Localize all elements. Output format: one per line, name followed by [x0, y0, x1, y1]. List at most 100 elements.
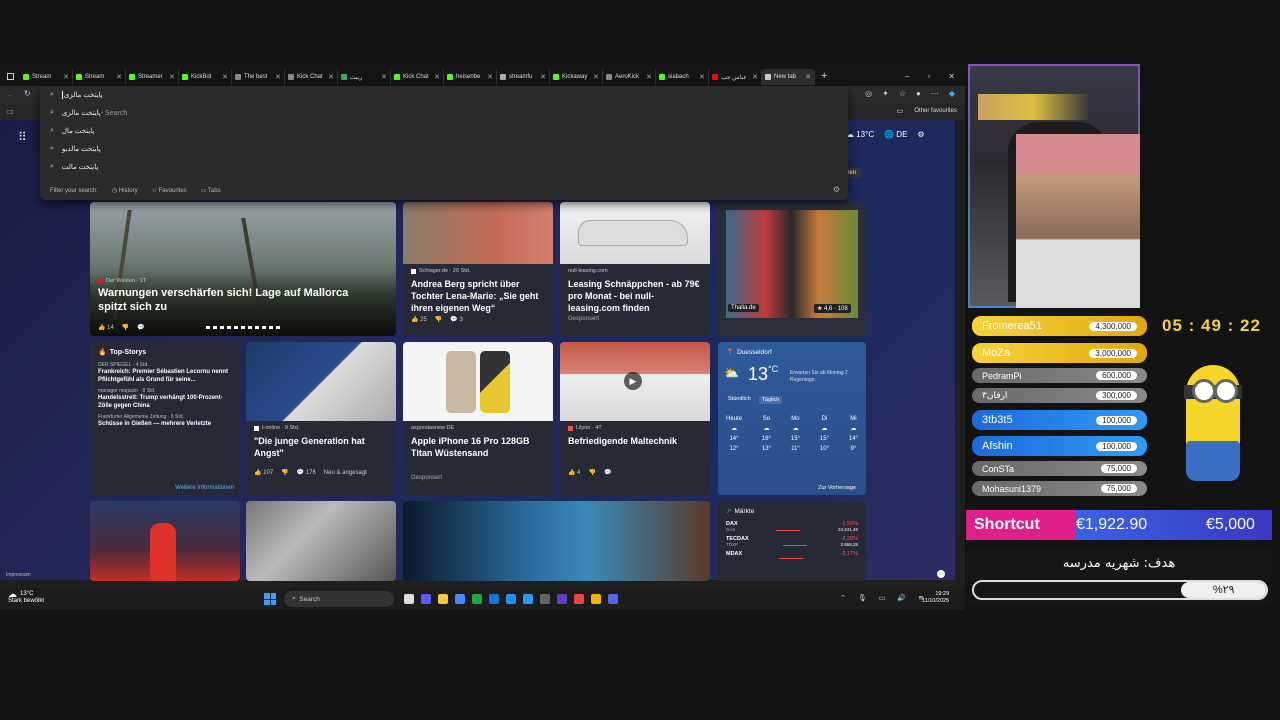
tab-close-icon[interactable]: ✕	[805, 73, 811, 81]
omnibox-suggestion[interactable]: ⌕ پایتخت مالت	[40, 158, 848, 176]
tab-close-icon[interactable]: ✕	[381, 73, 387, 81]
taskbar-search[interactable]: ⌕ Search	[284, 591, 394, 607]
address-input[interactable]: پایتخت مالزی	[61, 91, 103, 99]
taskbar-app-icon[interactable]	[403, 594, 414, 604]
tray-chevron-icon[interactable]: ⌃	[840, 594, 846, 602]
top-story-item[interactable]: Frankfurter Allgemeine Zeitung · 9 Std. S…	[90, 412, 240, 430]
news-title[interactable]: Andrea Berg spricht über Tochter Lena-Ma…	[403, 278, 553, 314]
browser-tab[interactable]: Kickaway ✕	[550, 69, 603, 85]
minimize-icon[interactable]: –	[905, 72, 909, 81]
tab-close-icon[interactable]: ✕	[593, 73, 599, 81]
like-icon[interactable]: 👍 107	[254, 469, 273, 476]
mic-icon[interactable]: 🎙	[858, 594, 867, 602]
browser-tab[interactable]: AeroKick ✕	[603, 69, 656, 85]
like-icon[interactable]: 👍 25	[411, 316, 427, 323]
taskbar-app-icon[interactable]	[556, 594, 567, 604]
forecast-link[interactable]: Zur Vorhersage	[818, 485, 856, 491]
refresh-icon[interactable]: ↻	[24, 89, 31, 98]
taskbar-clock[interactable]: 19:29 11/10/2025	[922, 591, 949, 605]
hero-news-card[interactable]: Der Westen · 1T Warnungen verschärfen si…	[90, 202, 396, 336]
news-title[interactable]: Befriedigende Maltechnik	[560, 435, 710, 447]
dislike-icon[interactable]: 👎	[588, 469, 595, 476]
maximize-icon[interactable]: ▫	[927, 72, 930, 81]
tab-close-icon[interactable]: ✕	[646, 73, 652, 81]
taskbar-app-icon[interactable]	[454, 594, 465, 604]
weather-header[interactable]: ☁ 13°C	[846, 130, 874, 139]
taskbar-app-icon[interactable]	[420, 594, 431, 604]
play-icon[interactable]: ▶	[624, 372, 642, 390]
taskbar-app-icon[interactable]	[437, 594, 448, 604]
profile-icon[interactable]: ●	[916, 89, 921, 98]
language-selector[interactable]: 🌐 DE	[884, 130, 907, 139]
taskbar-weather[interactable]: ☁ 13°C Stark bewölkt	[8, 590, 44, 605]
tab-close-icon[interactable]: ✕	[487, 73, 493, 81]
market-row[interactable]: MDAX -2,17%	[718, 549, 866, 561]
tab-hourly[interactable]: Stündlich	[728, 396, 751, 404]
settings-gear-icon[interactable]: ⚙	[833, 185, 840, 194]
story-title[interactable]: Handelsstreit: Trump verhängt 100-Prozen…	[98, 394, 232, 410]
news-card-bw-photo[interactable]	[246, 501, 396, 581]
ad-card-leasing[interactable]: null-leasing.com Leasing Schnäppchen - a…	[560, 202, 710, 336]
top-story-item[interactable]: manager magazin · 8 Std. Handelsstreit: T…	[90, 386, 240, 412]
news-card-tv-show[interactable]	[90, 501, 240, 581]
comment-icon[interactable]: 💬	[137, 324, 144, 331]
favorites-folder-icon[interactable]: ▭	[6, 107, 14, 116]
carousel-dots[interactable]	[206, 326, 280, 329]
weather-widget[interactable]: 📍 Duesseldorf ⛅ 13°C Erwarten Sie ab Mont…	[718, 342, 866, 495]
address-bar[interactable]: ⌕ پایتخت مالزی	[40, 86, 848, 104]
filter-favourites[interactable]: ☆ Favourites	[152, 187, 187, 194]
browser-tab[interactable]: Kick Chat ✕	[391, 69, 444, 85]
taskbar-app-icon[interactable]	[539, 594, 550, 604]
news-card-andrea-berg[interactable]: Schlager.de · 20 Std. Andrea Berg sprich…	[403, 202, 553, 336]
tab-close-icon[interactable]: ✕	[116, 73, 122, 81]
tab-close-icon[interactable]: ✕	[540, 73, 546, 81]
browser-tab[interactable]: Stream ✕	[73, 69, 126, 85]
tab-close-icon[interactable]: ✕	[328, 73, 334, 81]
dislike-icon[interactable]: 👎	[122, 324, 129, 331]
browser-tab[interactable]: siabach ✕	[656, 69, 709, 85]
forecast-day[interactable]: Mi ☁ 14° 9°	[849, 414, 858, 454]
omnibox-suggestion[interactable]: ⌕ پایتخت مال	[40, 122, 848, 140]
other-favourites[interactable]: Other favourites	[914, 108, 957, 114]
ad-card-iphone[interactable]: asgoodasnew DE Apple iPhone 16 Pro 128GB…	[403, 342, 553, 495]
browser-tab[interactable]: Stream ✕	[20, 69, 73, 85]
browser-tab[interactable]: ربیت ✕	[338, 69, 391, 85]
taskbar-app-icon[interactable]	[607, 594, 618, 604]
taskbar-app-icon[interactable]	[522, 594, 533, 604]
tab-actions-icon[interactable]	[0, 68, 20, 84]
dislike-icon[interactable]: 👎	[435, 316, 442, 323]
apps-grid-icon[interactable]: ⠿	[18, 130, 27, 144]
taskbar-app-icon[interactable]	[488, 594, 499, 604]
taskbar-app-icon[interactable]	[471, 594, 482, 604]
hero-title[interactable]: Warnungen verschärfen sich! Lage auf Mal…	[90, 286, 380, 314]
omnibox-suggestion[interactable]: ⌕ پایتخت مالزی - Search	[40, 104, 848, 122]
like-icon[interactable]: 👍 4	[568, 469, 580, 476]
browser-tab[interactable]: New tab ✕	[762, 69, 815, 85]
more-info-link[interactable]: Weitere Informationen	[175, 485, 234, 491]
battery-icon[interactable]: ▭	[879, 594, 886, 602]
browser-tab[interactable]: KickBot ✕	[179, 69, 232, 85]
story-title[interactable]: Schüsse in Gießen — mehrere Verletzte	[98, 420, 232, 428]
news-title[interactable]: "Die junge Generation hat Angst"	[246, 435, 396, 459]
favorites-star-icon[interactable]: ☆	[899, 89, 906, 98]
ad-card-thalia[interactable]: Thalia.de ★ 4,6 · 108	[718, 202, 866, 336]
markets-widget[interactable]: ↗ Märkte DAX DAX -1,50% 24.241,46 TECDAX TDXP -…	[718, 501, 866, 581]
browser-tab[interactable]: عباس جب ✕	[709, 69, 762, 85]
browser-tab[interactable]: streamfu ✕	[497, 69, 550, 85]
filter-history[interactable]: ◷ History	[112, 187, 138, 194]
forecast-day[interactable]: Heute ☁ 14° 12°	[726, 414, 742, 454]
impressum-link[interactable]: Impressum	[6, 572, 31, 578]
comment-icon[interactable]: 💬 176	[297, 469, 316, 476]
tab-close-icon[interactable]: ✕	[752, 73, 758, 81]
windows-start-icon[interactable]	[264, 593, 276, 605]
news-card-t-online[interactable]: t-online · 9 Std. "Die junge Generation …	[246, 342, 396, 495]
news-card-medical[interactable]	[403, 501, 710, 581]
taskbar-app-icon[interactable]	[573, 594, 584, 604]
browser-tab[interactable]: Kick Chat ✕	[285, 69, 338, 85]
tab-close-icon[interactable]: ✕	[169, 73, 175, 81]
taskbar-app-icon[interactable]	[505, 594, 516, 604]
ad-title[interactable]: Apple iPhone 16 Pro 128GB Titan Wüstensa…	[403, 435, 553, 459]
weather-city[interactable]: Duesseldorf	[737, 349, 772, 356]
dislike-icon[interactable]: 👎	[281, 469, 288, 476]
comment-icon[interactable]: 💬	[604, 469, 611, 476]
